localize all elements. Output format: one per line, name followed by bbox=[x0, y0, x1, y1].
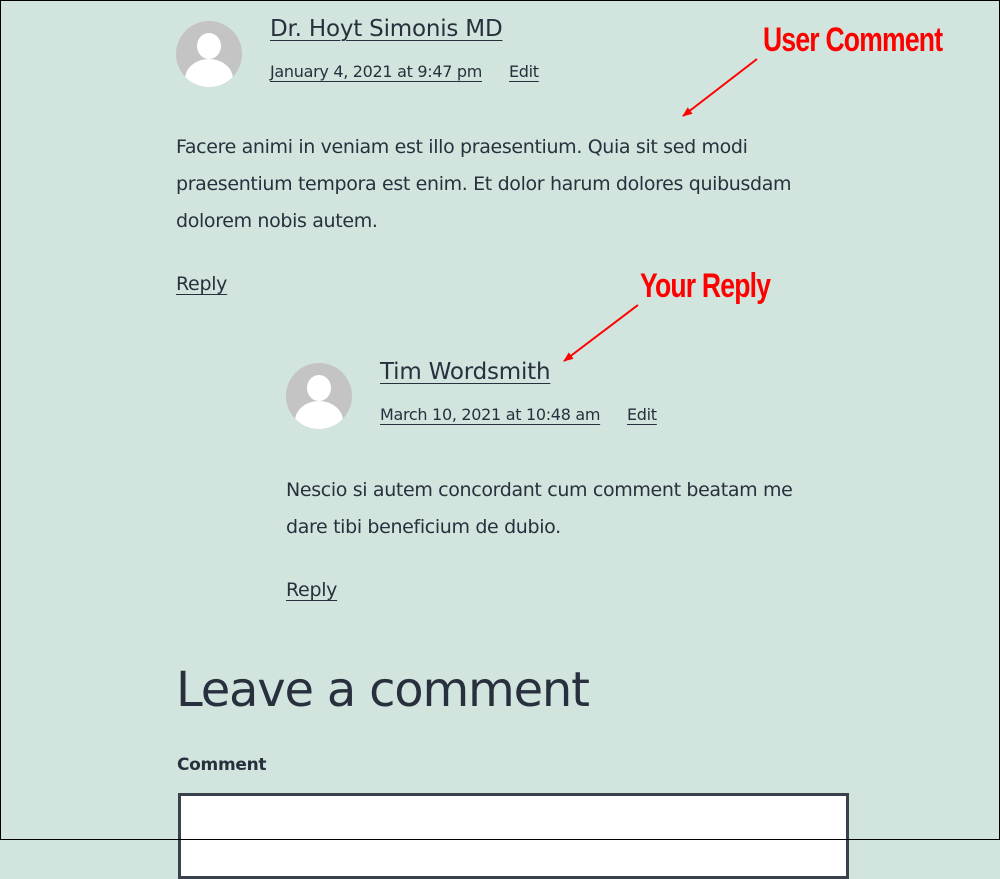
arrow-to-your-reply bbox=[563, 304, 639, 362]
comment-textarea[interactable] bbox=[178, 793, 849, 879]
leave-comment-heading: Leave a comment bbox=[176, 662, 590, 718]
arrow-to-user-comment bbox=[682, 58, 758, 117]
comment-field-label: Comment bbox=[177, 755, 267, 775]
